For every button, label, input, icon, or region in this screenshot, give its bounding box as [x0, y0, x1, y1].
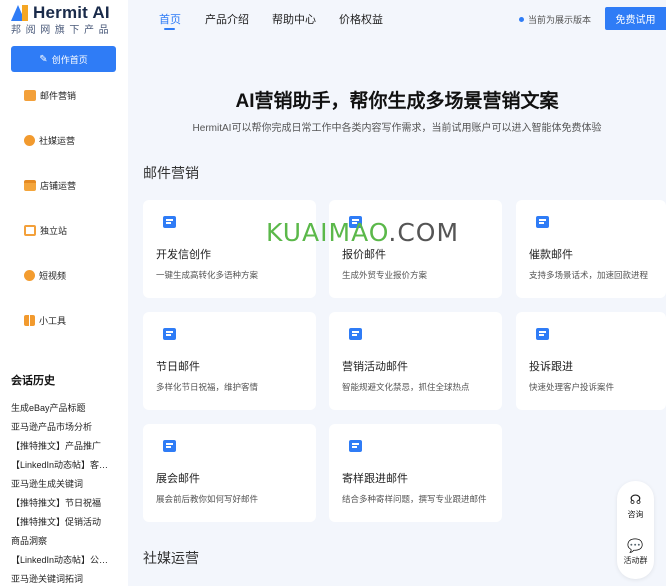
history-item[interactable]: 生成eBay产品标题 [11, 401, 123, 414]
sidebar-item-shop[interactable]: 店铺运营 [24, 179, 76, 192]
document-icon [536, 328, 549, 340]
sidebar-item-email[interactable]: 邮件营销 [24, 89, 76, 102]
history-item[interactable]: 【推特推文】促销活动 [11, 515, 123, 528]
history-item[interactable]: 商品洞察 [11, 534, 123, 547]
mail-icon [24, 90, 36, 101]
logo-mark-icon [11, 4, 29, 22]
sidebar-item-tools[interactable]: 小工具 [24, 314, 66, 327]
hero-title: AI营销助手，帮你生成多场景营销文案 [235, 91, 559, 112]
document-icon [536, 216, 549, 228]
card-title: 开发信创作 [156, 249, 211, 261]
card-desc: 支持多场景话术，加速回款进程 [529, 270, 649, 280]
tab-home[interactable]: 首页 [159, 11, 181, 27]
create-home-button[interactable]: ✎ 创作首页 [11, 46, 116, 72]
sidebar-item-label: 小工具 [39, 316, 67, 326]
version-text: 当前为展示版本 [528, 15, 592, 25]
card-desc: 智能规避文化禁忌，抓住全球热点 [342, 382, 470, 392]
card-desc: 一键生成高转化多语种方案 [156, 270, 259, 280]
logo[interactable]: Hermit AI [11, 3, 110, 23]
watermark: KUAIMAO.COM [266, 218, 460, 247]
card-cold-email[interactable]: 开发信创作 一键生成高转化多语种方案 [143, 200, 316, 298]
card-payment-reminder[interactable]: 催款邮件 支持多场景话术，加速回款进程 [516, 200, 666, 298]
card-title: 展会邮件 [156, 473, 200, 485]
tab-help-center[interactable]: 帮助中心 [272, 11, 316, 27]
version-notice: 当前为展示版本 [519, 13, 591, 26]
card-complaint-followup[interactable]: 投诉跟进 快速处理客户投诉案件 [516, 312, 666, 410]
card-desc: 结合多种寄样问题，撰写专业跟进邮件 [342, 494, 487, 504]
section-title-email: 邮件营销 [143, 165, 199, 181]
consult-button[interactable]: ☊ 咨询 [617, 493, 654, 520]
status-dot-icon [519, 17, 524, 22]
video-icon [24, 270, 35, 281]
sidebar-item-label: 短视频 [39, 271, 67, 281]
history-item[interactable]: 亚马逊生成关键词 [11, 477, 123, 490]
headset-icon: ☊ [629, 492, 642, 507]
history-item[interactable]: 【推特推文】节日祝福 [11, 496, 123, 509]
card-title: 寄样跟进邮件 [342, 473, 408, 485]
card-quote-email[interactable]: 报价邮件 生成外贸专业报价方案 [329, 200, 502, 298]
sidebar-item-social[interactable]: 社媒运营 [24, 134, 75, 147]
card-title: 节日邮件 [156, 361, 200, 373]
section-title-social: 社媒运营 [143, 550, 199, 566]
floating-help-panel: ☊ 咨询 💬 活动群 [617, 481, 654, 579]
document-icon [349, 440, 362, 452]
sidebar-item-website[interactable]: 独立站 [24, 224, 67, 237]
history-item[interactable]: 亚马逊关键词拓词 [11, 572, 123, 585]
shop-icon [24, 180, 36, 191]
logo-subtitle: 邦阅网旗下产品 [11, 25, 114, 36]
website-icon [24, 225, 36, 236]
sidebar-item-video[interactable]: 短视频 [24, 269, 66, 282]
tab-pricing[interactable]: 价格权益 [339, 11, 383, 27]
sidebar-item-label: 邮件营销 [40, 91, 77, 101]
consult-label: 咨询 [627, 510, 644, 519]
document-icon [163, 440, 176, 452]
history-title: 会话历史 [11, 375, 55, 387]
card-title: 投诉跟进 [529, 361, 573, 373]
card-holiday-email[interactable]: 节日邮件 多样化节日祝福，维护客情 [143, 312, 316, 410]
history-item[interactable]: 【推特推文】产品推广 [11, 439, 123, 452]
card-sample-followup[interactable]: 寄样跟进邮件 结合多种寄样问题，撰写专业跟进邮件 [329, 424, 502, 522]
activity-group-button[interactable]: 💬 活动群 [617, 539, 654, 566]
card-title: 营销活动邮件 [342, 361, 408, 373]
sidebar-item-label: 社媒运营 [39, 136, 76, 146]
document-icon [163, 216, 176, 228]
pen-icon: ✎ [39, 53, 48, 65]
history-item[interactable]: 【LinkedIn动态帖】公司动态 [11, 553, 111, 566]
card-desc: 多样化节日祝福，维护客情 [156, 382, 259, 392]
sidebar-item-label: 独立站 [40, 226, 68, 236]
sidebar: Hermit AI 邦阅网旗下产品 ✎ 创作首页 邮件营销 社媒运营 店铺运营 … [0, 0, 128, 586]
card-desc: 生成外贸专业报价方案 [342, 270, 428, 280]
card-desc: 展会前后教你如何写好邮件 [156, 494, 259, 504]
free-trial-button[interactable]: 免费试用 [605, 7, 666, 30]
create-home-label: 创作首页 [51, 54, 88, 65]
tools-icon [24, 315, 35, 326]
active-tab-indicator [164, 28, 175, 30]
sidebar-item-label: 店铺运营 [40, 181, 77, 191]
chat-icon: 💬 [627, 538, 644, 553]
social-icon [24, 135, 35, 146]
document-icon [163, 328, 176, 340]
document-icon [349, 328, 362, 340]
card-exhibition-email[interactable]: 展会邮件 展会前后教你如何写好邮件 [143, 424, 316, 522]
activity-group-label: 活动群 [623, 556, 648, 565]
hero-subtitle: HermitAI可以帮你完成日常工作中各类内容写作需求，当前试用账户可以进入智能… [192, 123, 602, 134]
history-item[interactable]: 亚马逊产品市场分析 [11, 420, 123, 433]
tab-product-intro[interactable]: 产品介绍 [205, 11, 249, 27]
logo-text: Hermit AI [33, 3, 110, 22]
card-campaign-email[interactable]: 营销活动邮件 智能规避文化禁忌，抓住全球热点 [329, 312, 502, 410]
card-title: 催款邮件 [529, 249, 573, 261]
card-title: 报价邮件 [342, 249, 386, 261]
card-desc: 快速处理客户投诉案件 [529, 382, 615, 392]
history-item[interactable]: 【LinkedIn动态帖】客户案例 [11, 458, 111, 471]
